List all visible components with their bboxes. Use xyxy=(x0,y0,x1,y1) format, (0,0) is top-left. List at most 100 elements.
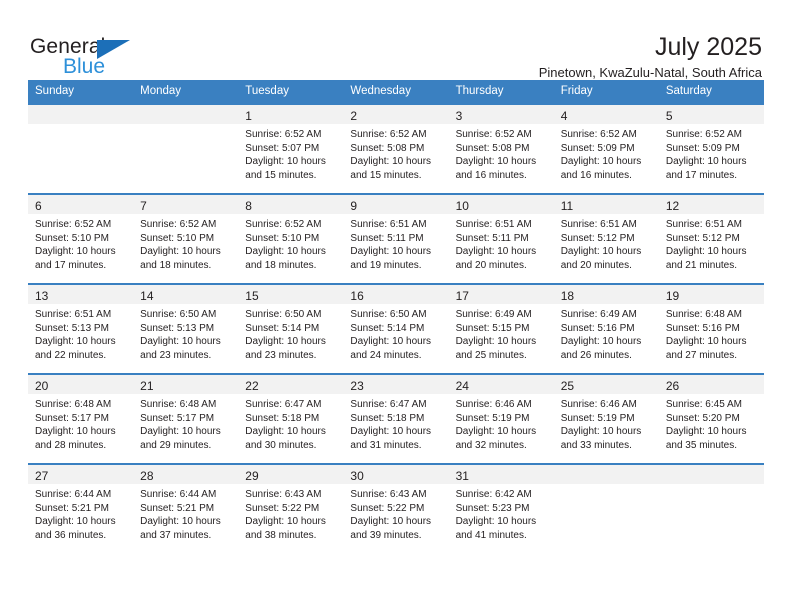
calendar-day-cell[interactable]: 21 Sunrise: 6:48 AM Sunset: 5:17 PM Dayligh… xyxy=(133,373,239,464)
calendar-week-row: 13 Sunrise: 6:51 AM Sunset: 5:13 PM Dayligh… xyxy=(28,283,764,374)
day-info: Sunrise: 6:46 AM Sunset: 5:19 PM Daylight:… xyxy=(554,394,659,452)
calendar-day-cell[interactable]: 11 Sunrise: 6:51 AM Sunset: 5:12 PM Dayligh… xyxy=(553,193,659,284)
day-number: 24 xyxy=(455,379,469,393)
day-number: 23 xyxy=(350,379,364,393)
general-blue-logo[interactable]: General Blue xyxy=(28,32,148,80)
sunrise-text: Sunrise: 6:50 AM xyxy=(140,309,217,320)
daylight-text-line2: and 17 minutes. xyxy=(665,169,738,181)
day-number-band: 15 xyxy=(238,285,344,304)
daylight-text-line1: Daylight: 10 hours xyxy=(245,336,326,348)
calendar-day-cell[interactable]: 4 Sunrise: 6:52 AM Sunset: 5:09 PM Daylight… xyxy=(553,103,659,194)
day-number: 14 xyxy=(140,289,154,303)
day-number-band xyxy=(658,465,764,484)
calendar-day-cell[interactable]: 24 Sunrise: 6:46 AM Sunset: 5:19 PM Dayligh… xyxy=(448,373,554,464)
daylight-text-line1: Daylight: 10 hours xyxy=(140,246,221,258)
calendar-day-cell[interactable]: 20 Sunrise: 6:48 AM Sunset: 5:17 PM Dayligh… xyxy=(28,373,134,464)
day-info: Sunrise: 6:51 AM Sunset: 5:12 PM Daylight:… xyxy=(659,214,764,272)
day-info: Sunrise: 6:42 AM Sunset: 5:23 PM Daylight:… xyxy=(449,484,554,542)
day-cell-inner: 27 Sunrise: 6:44 AM Sunset: 5:21 PM Dayligh… xyxy=(28,465,134,553)
day-info: Sunrise: 6:48 AM Sunset: 5:17 PM Daylight:… xyxy=(133,394,238,452)
calendar-day-cell[interactable]: 16 Sunrise: 6:50 AM Sunset: 5:14 PM Dayligh… xyxy=(343,283,449,374)
day-cell-inner xyxy=(553,465,659,553)
sunset-text: Sunset: 5:17 PM xyxy=(140,412,215,424)
calendar-week-row: 20 Sunrise: 6:48 AM Sunset: 5:17 PM Dayligh… xyxy=(28,373,764,464)
calendar-day-cell[interactable]: 7 Sunrise: 6:52 AM Sunset: 5:10 PM Daylight… xyxy=(133,193,239,284)
day-info: Sunrise: 6:51 AM Sunset: 5:11 PM Daylight:… xyxy=(343,214,448,272)
sunset-text: Sunset: 5:21 PM xyxy=(35,502,109,514)
daylight-text-line1: Daylight: 10 hours xyxy=(560,156,642,168)
day-number-band: 20 xyxy=(28,375,134,394)
calendar-day-cell[interactable]: 10 Sunrise: 6:51 AM Sunset: 5:11 PM Dayligh… xyxy=(448,193,554,284)
calendar-day-cell[interactable]: 13 Sunrise: 6:51 AM Sunset: 5:13 PM Dayligh… xyxy=(28,283,134,374)
title-block: July 2025 Pinetown, KwaZulu-Natal, South… xyxy=(539,32,764,84)
daylight-text-line2: and 20 minutes. xyxy=(560,259,632,271)
calendar-day-cell[interactable]: 2 Sunrise: 6:52 AM Sunset: 5:08 PM Daylight… xyxy=(343,103,449,194)
calendar-day-cell[interactable]: 19 Sunrise: 6:48 AM Sunset: 5:16 PM Dayligh… xyxy=(658,283,764,374)
calendar-day-cell[interactable]: 6 Sunrise: 6:52 AM Sunset: 5:10 PM Daylight… xyxy=(28,193,134,284)
sunrise-text: Sunrise: 6:46 AM xyxy=(560,399,637,410)
sunset-text: Sunset: 5:22 PM xyxy=(350,502,425,514)
daylight-text-line2: and 35 minutes. xyxy=(665,439,738,451)
day-info: Sunrise: 6:47 AM Sunset: 5:18 PM Daylight:… xyxy=(238,394,343,452)
day-info: Sunrise: 6:49 AM Sunset: 5:15 PM Daylight:… xyxy=(449,304,554,362)
day-cell-inner: 30 Sunrise: 6:43 AM Sunset: 5:22 PM Dayligh… xyxy=(343,465,449,553)
calendar-day-cell[interactable]: 29 Sunrise: 6:43 AM Sunset: 5:22 PM Dayligh… xyxy=(238,463,344,554)
day-info: Sunrise: 6:52 AM Sunset: 5:09 PM Daylight:… xyxy=(554,124,659,182)
day-number-band: 16 xyxy=(343,285,449,304)
daylight-text-line2: and 27 minutes. xyxy=(665,349,738,361)
sunrise-text: Sunrise: 6:52 AM xyxy=(35,219,112,230)
day-cell-inner: 29 Sunrise: 6:43 AM Sunset: 5:22 PM Dayligh… xyxy=(238,465,344,553)
day-number: 19 xyxy=(665,289,680,303)
calendar-day-cell[interactable]: 1 Sunrise: 6:52 AM Sunset: 5:07 PM Daylight… xyxy=(238,103,344,194)
daylight-text-line2: and 17 minutes. xyxy=(35,259,107,271)
calendar-day-cell[interactable]: 12 Sunrise: 6:51 AM Sunset: 5:12 PM Dayligh… xyxy=(658,193,764,284)
daylight-text-line2: and 15 minutes. xyxy=(350,169,422,181)
day-cell-inner: 15 Sunrise: 6:50 AM Sunset: 5:14 PM Dayligh… xyxy=(238,285,344,373)
calendar-day-cell[interactable]: 15 Sunrise: 6:50 AM Sunset: 5:14 PM Dayligh… xyxy=(238,283,344,374)
daylight-text-line1: Daylight: 10 hours xyxy=(350,516,432,528)
sunrise-text: Sunrise: 6:52 AM xyxy=(245,129,322,140)
sunset-text: Sunset: 5:10 PM xyxy=(245,232,320,244)
calendar-day-cell[interactable]: 8 Sunrise: 6:52 AM Sunset: 5:10 PM Daylight… xyxy=(238,193,344,284)
sunset-text: Sunset: 5:15 PM xyxy=(455,322,530,334)
calendar-day-cell[interactable]: 18 Sunrise: 6:49 AM Sunset: 5:16 PM Dayligh… xyxy=(553,283,659,374)
daylight-text-line2: and 31 minutes. xyxy=(350,439,422,451)
calendar-day-cell[interactable]: 28 Sunrise: 6:44 AM Sunset: 5:21 PM Dayligh… xyxy=(133,463,239,554)
calendar-body: 1 Sunrise: 6:52 AM Sunset: 5:07 PM Daylight… xyxy=(28,103,764,554)
day-number: 29 xyxy=(245,469,259,483)
calendar-day-cell[interactable]: 5 Sunrise: 6:52 AM Sunset: 5:09 PM Daylight… xyxy=(658,103,764,194)
sunrise-text: Sunrise: 6:51 AM xyxy=(560,219,637,230)
daylight-text-line2: and 25 minutes. xyxy=(455,349,527,361)
calendar-day-cell[interactable]: 31 Sunrise: 6:42 AM Sunset: 5:23 PM Dayligh… xyxy=(448,463,554,554)
day-cell-inner: 21 Sunrise: 6:48 AM Sunset: 5:17 PM Dayligh… xyxy=(133,375,239,463)
day-number-band: 26 xyxy=(658,375,764,394)
calendar-day-cell[interactable]: 17 Sunrise: 6:49 AM Sunset: 5:15 PM Dayligh… xyxy=(448,283,554,374)
calendar-day-cell[interactable]: 27 Sunrise: 6:44 AM Sunset: 5:21 PM Dayligh… xyxy=(28,463,134,554)
sunrise-text: Sunrise: 6:50 AM xyxy=(245,309,322,320)
calendar-day-cell[interactable]: 3 Sunrise: 6:52 AM Sunset: 5:08 PM Daylight… xyxy=(448,103,554,194)
sunrise-text: Sunrise: 6:51 AM xyxy=(665,219,742,230)
calendar-day-cell[interactable]: 30 Sunrise: 6:43 AM Sunset: 5:22 PM Dayligh… xyxy=(343,463,449,554)
day-info: Sunrise: 6:52 AM Sunset: 5:08 PM Daylight:… xyxy=(449,124,554,182)
day-number-band: 23 xyxy=(343,375,449,394)
sunset-text: Sunset: 5:07 PM xyxy=(245,142,320,154)
calendar-day-cell-empty xyxy=(553,463,659,554)
day-info: Sunrise: 6:52 AM Sunset: 5:10 PM Daylight:… xyxy=(238,214,343,272)
calendar-day-cell[interactable]: 23 Sunrise: 6:47 AM Sunset: 5:18 PM Dayligh… xyxy=(343,373,449,464)
sunset-text: Sunset: 5:10 PM xyxy=(140,232,215,244)
day-info: Sunrise: 6:47 AM Sunset: 5:18 PM Daylight:… xyxy=(343,394,448,452)
calendar-day-cell[interactable]: 22 Sunrise: 6:47 AM Sunset: 5:18 PM Dayligh… xyxy=(238,373,344,464)
day-number: 9 xyxy=(350,199,358,213)
day-number: 22 xyxy=(245,379,259,393)
daylight-text-line1: Daylight: 10 hours xyxy=(35,516,116,528)
calendar-day-cell-empty xyxy=(28,103,134,194)
sunrise-text: Sunrise: 6:42 AM xyxy=(455,489,532,500)
sunrise-text: Sunrise: 6:52 AM xyxy=(455,129,532,140)
calendar-day-cell[interactable]: 14 Sunrise: 6:50 AM Sunset: 5:13 PM Dayligh… xyxy=(133,283,239,374)
calendar-day-cell[interactable]: 26 Sunrise: 6:45 AM Sunset: 5:20 PM Dayligh… xyxy=(658,373,764,464)
daylight-text-line1: Daylight: 10 hours xyxy=(665,426,747,438)
day-cell-inner: 25 Sunrise: 6:46 AM Sunset: 5:19 PM Dayligh… xyxy=(553,375,659,463)
day-number-band: 28 xyxy=(133,465,239,484)
calendar-day-cell[interactable]: 9 Sunrise: 6:51 AM Sunset: 5:11 PM Daylight… xyxy=(343,193,449,284)
calendar-day-cell[interactable]: 25 Sunrise: 6:46 AM Sunset: 5:19 PM Dayligh… xyxy=(553,373,659,464)
